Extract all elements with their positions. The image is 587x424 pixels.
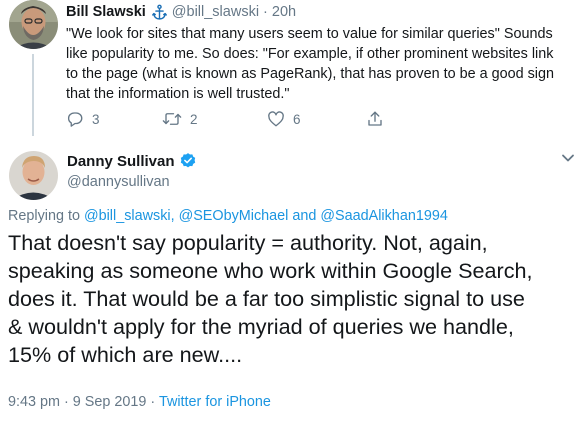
tweet-text-line: speaking as someone who work within Goog… bbox=[8, 258, 533, 283]
avatar-bill-slawski[interactable] bbox=[9, 0, 58, 49]
like-button[interactable]: 6 bbox=[267, 109, 301, 129]
share-icon bbox=[366, 110, 384, 128]
tweet-text-line: 15% of which are new.... bbox=[8, 342, 243, 367]
tweet-thread: Bill Slawski @bill_slawski · 20h "We loo… bbox=[0, 0, 587, 424]
replying-to-prefix: Replying to bbox=[8, 208, 84, 224]
main-tweet-text: That doesn't say popularity = authority.… bbox=[8, 229, 583, 369]
share-button[interactable] bbox=[366, 109, 384, 129]
main-tweet-author: Danny Sullivan @dannysullivan bbox=[0, 145, 587, 205]
mention-link[interactable]: @SEObyMichael bbox=[179, 208, 289, 224]
tweet-source-link[interactable]: Twitter for iPhone bbox=[159, 394, 271, 410]
retweet-button[interactable]: 2 bbox=[162, 109, 198, 129]
main-author-name-row: Danny Sullivan bbox=[67, 152, 197, 170]
tweet-text-line: like popularity to me. So does: "For exa… bbox=[66, 46, 554, 62]
mention-link[interactable]: @bill_slawski bbox=[84, 208, 171, 224]
parent-tweet[interactable]: Bill Slawski @bill_slawski · 20h "We loo… bbox=[0, 0, 587, 140]
tweet-text-line: that the information is well trusted." bbox=[66, 86, 290, 102]
verified-badge-icon bbox=[179, 152, 197, 170]
chevron-down-icon[interactable] bbox=[561, 153, 575, 163]
tweet-meta: 9:43 pm · 9 Sep 2019 · Twitter for iPhon… bbox=[8, 394, 271, 410]
tweet-text-line: to the page (what is known as PageRank),… bbox=[66, 66, 554, 82]
author-handle[interactable]: @dannysullivan bbox=[67, 174, 170, 190]
tweet-actions: 3 2 6 bbox=[66, 109, 426, 129]
heart-icon bbox=[267, 110, 285, 128]
tweet-text-line: does it. That would be a far too simplis… bbox=[8, 286, 525, 311]
author-handle[interactable]: @bill_slawski bbox=[172, 4, 259, 20]
tweet-date[interactable]: 9 Sep 2019 bbox=[73, 394, 147, 410]
thread-line bbox=[32, 54, 34, 136]
tweet-text-line: "We look for sites that many users seem … bbox=[66, 26, 553, 42]
mention-conjunction: and bbox=[288, 208, 321, 224]
author-name[interactable]: Bill Slawski bbox=[66, 4, 146, 20]
reply-count: 3 bbox=[92, 111, 100, 127]
tweet-text-line: That doesn't say popularity = authority.… bbox=[8, 230, 488, 255]
separator-dot: · bbox=[263, 4, 268, 20]
replying-to: Replying to @bill_slawski, @SEObyMichael… bbox=[8, 208, 448, 224]
tweet-text-line: & wouldn't apply for the myriad of queri… bbox=[8, 314, 514, 339]
meta-separator: · bbox=[60, 394, 73, 410]
author-name[interactable]: Danny Sullivan bbox=[67, 153, 175, 170]
mention-separator: , bbox=[170, 208, 179, 224]
tweet-timestamp[interactable]: 20h bbox=[272, 4, 296, 20]
parent-tweet-header: Bill Slawski @bill_slawski · 20h bbox=[66, 2, 296, 22]
tweet-time[interactable]: 9:43 pm bbox=[8, 394, 60, 410]
meta-separator: · bbox=[146, 394, 159, 410]
reply-icon bbox=[66, 110, 84, 128]
mention-link[interactable]: @SaadAlikhan1994 bbox=[320, 208, 447, 224]
parent-tweet-text: "We look for sites that many users seem … bbox=[66, 24, 581, 104]
avatar-danny-sullivan[interactable] bbox=[9, 151, 58, 200]
like-count: 6 bbox=[293, 111, 301, 127]
anchor-icon bbox=[151, 4, 168, 21]
retweet-count: 2 bbox=[190, 111, 198, 127]
reply-button[interactable]: 3 bbox=[66, 109, 100, 129]
retweet-icon bbox=[162, 110, 182, 128]
